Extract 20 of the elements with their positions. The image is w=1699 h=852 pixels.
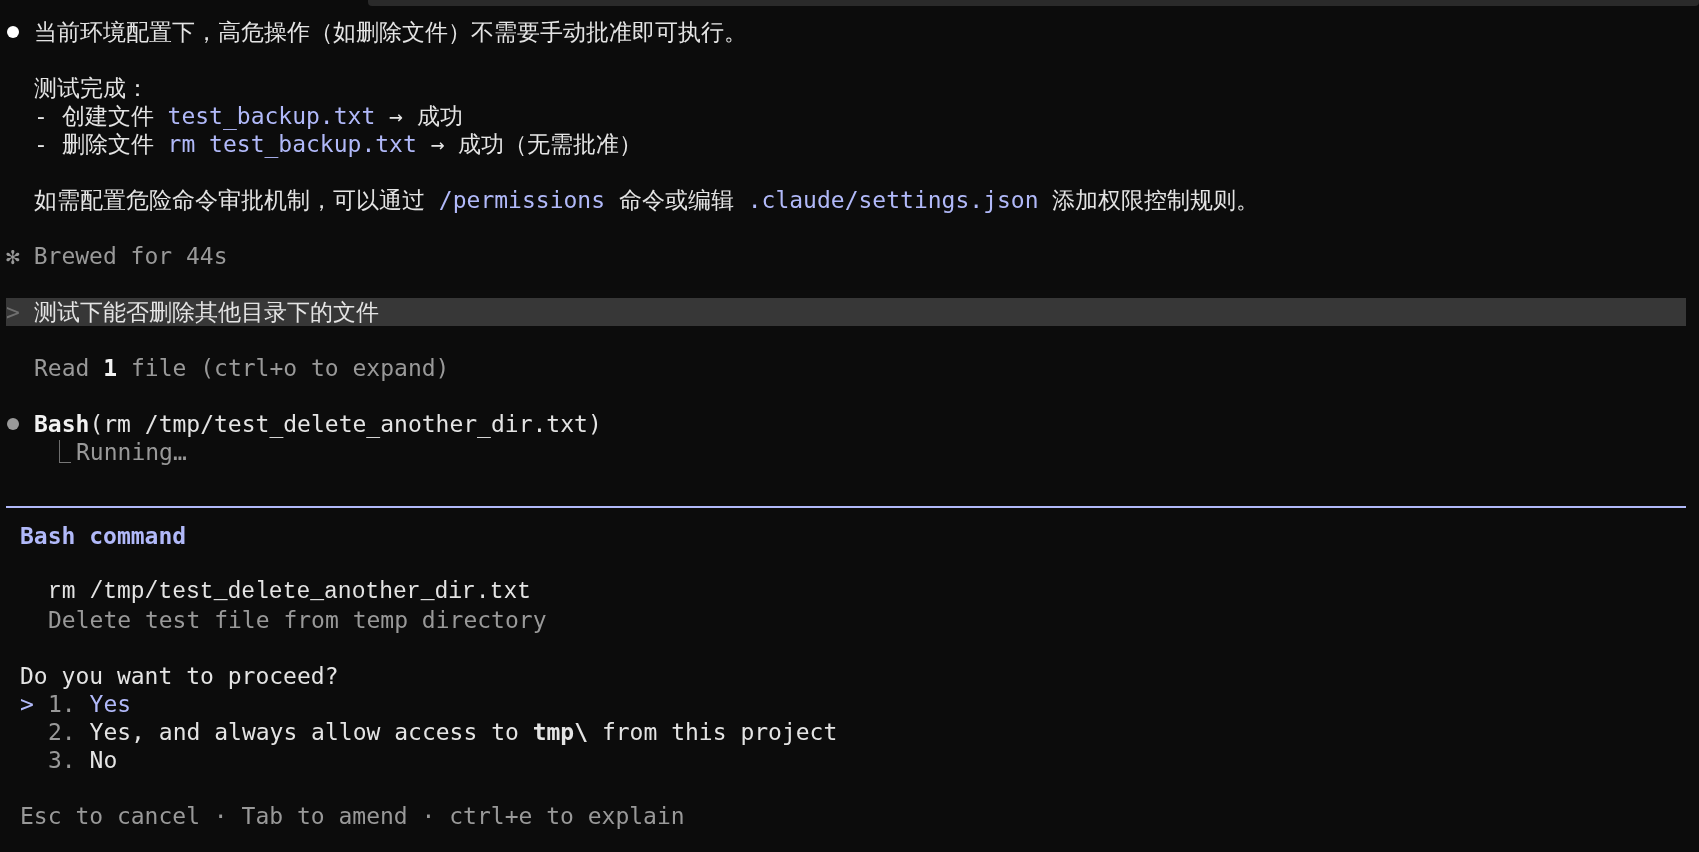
keyboard-hint: Esc to cancel · Tab to amend · ctrl+e to explain <box>20 801 685 831</box>
message-text: Read 1 file (ctrl+o to expand) <box>34 353 450 383</box>
message-text: 测试完成： <box>34 73 149 103</box>
message-text: 如需配置危险命令审批机制，可以通过 /permissions 命令或编辑 .claude/settings.json 添加权限控制规则。 <box>34 185 1260 215</box>
message-text: - 删除文件 rm test_backup.txt → 成功（无需批准） <box>34 130 643 160</box>
command-text: rm /tmp/test_delete_another_dir.txt <box>48 577 532 607</box>
progress-text: Running… <box>76 438 187 467</box>
message-text: Bash(rm /tmp/test_delete_another_dir.txt) <box>34 409 602 440</box>
prompt-marker: > <box>6 297 21 327</box>
option-item[interactable]: > 1. Yes <box>20 690 1686 718</box>
branch-marker: ⎿ <box>48 437 72 467</box>
option-item[interactable]: 2. Yes, and always allow access to tmp\ from this project <box>20 718 1686 746</box>
message-text: 当前环境配置下，高危操作（如删除文件）不需要手动批准即可执行。 <box>34 17 747 47</box>
dialog-title: Bash command <box>20 521 187 551</box>
status-text: ✻ Brewed for 44s <box>6 241 228 271</box>
question-text: Do you want to proceed? <box>20 661 339 691</box>
command-description: Delete test file from temp directory <box>48 605 547 635</box>
option-item[interactable]: 3. No <box>20 746 1686 774</box>
prompt-text: 测试下能否删除其他目录下的文件 <box>34 297 379 327</box>
message-text: - 创建文件 test_backup.txt → 成功 <box>34 101 463 132</box>
